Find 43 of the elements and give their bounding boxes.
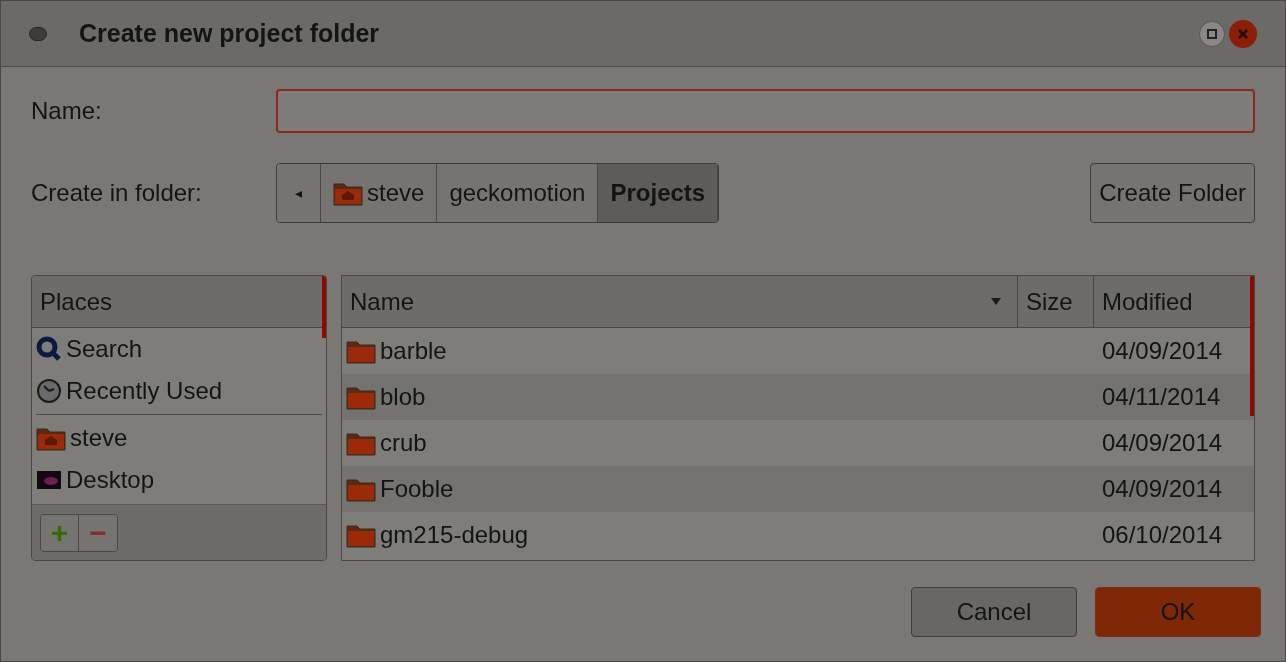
place-item[interactable]: steve	[36, 417, 322, 459]
path-button[interactable]: geckomotion	[437, 164, 599, 222]
file-row[interactable]: Fooble 04/09/2014	[342, 466, 1254, 512]
file-name: crub	[380, 428, 427, 458]
create-in-folder-label: Create in folder:	[31, 178, 203, 208]
place-item[interactable]: Recently Used	[36, 370, 322, 412]
name-label: Name:	[31, 96, 103, 126]
folder-icon	[346, 430, 376, 456]
home-folder-icon	[333, 180, 363, 206]
cancel-button[interactable]: Cancel	[911, 587, 1077, 637]
path-button[interactable]: Projects	[598, 164, 719, 222]
place-item[interactable]: Desktop	[36, 459, 322, 501]
clock-icon	[36, 378, 62, 404]
search-icon	[36, 336, 62, 362]
modified-date: 04/09/2014	[1102, 429, 1223, 456]
file-name: Fooble	[380, 474, 454, 504]
file-row[interactable]: blob 04/11/2014	[342, 374, 1254, 420]
maximize-icon[interactable]	[1199, 20, 1225, 47]
modified-date: 04/09/2014	[1102, 337, 1223, 364]
modified-date: 04/09/2014	[1102, 475, 1223, 502]
window-title: Create new project folder	[79, 17, 380, 49]
home-folder-icon	[36, 425, 66, 451]
path-button[interactable]: steve	[321, 164, 438, 222]
column-header[interactable]: Size	[1018, 276, 1094, 327]
folder-icon	[346, 476, 376, 502]
file-name: blob	[380, 382, 426, 412]
place-item[interactable]: Search	[36, 328, 322, 370]
file-name: barble	[380, 336, 447, 366]
file-name: gm215-debug	[380, 520, 529, 550]
column-header[interactable]: Modified	[1094, 276, 1254, 327]
folder-icon	[346, 522, 376, 548]
scrollbar-indicator	[322, 276, 326, 338]
name-input-field[interactable]	[276, 89, 1255, 133]
modified-date: 04/11/2014	[1102, 383, 1221, 410]
scroll-left-button[interactable]: ◂	[277, 164, 321, 222]
sort-arrow-icon	[991, 298, 1001, 305]
folder-icon	[346, 338, 376, 364]
modified-date: 06/10/2014	[1102, 521, 1223, 548]
create-folder-button[interactable]: Create Folder	[1090, 163, 1255, 223]
desktop-icon	[36, 469, 62, 491]
column-header[interactable]: Name	[342, 276, 1018, 327]
close-icon[interactable]	[1229, 19, 1257, 48]
folder-icon	[346, 384, 376, 410]
